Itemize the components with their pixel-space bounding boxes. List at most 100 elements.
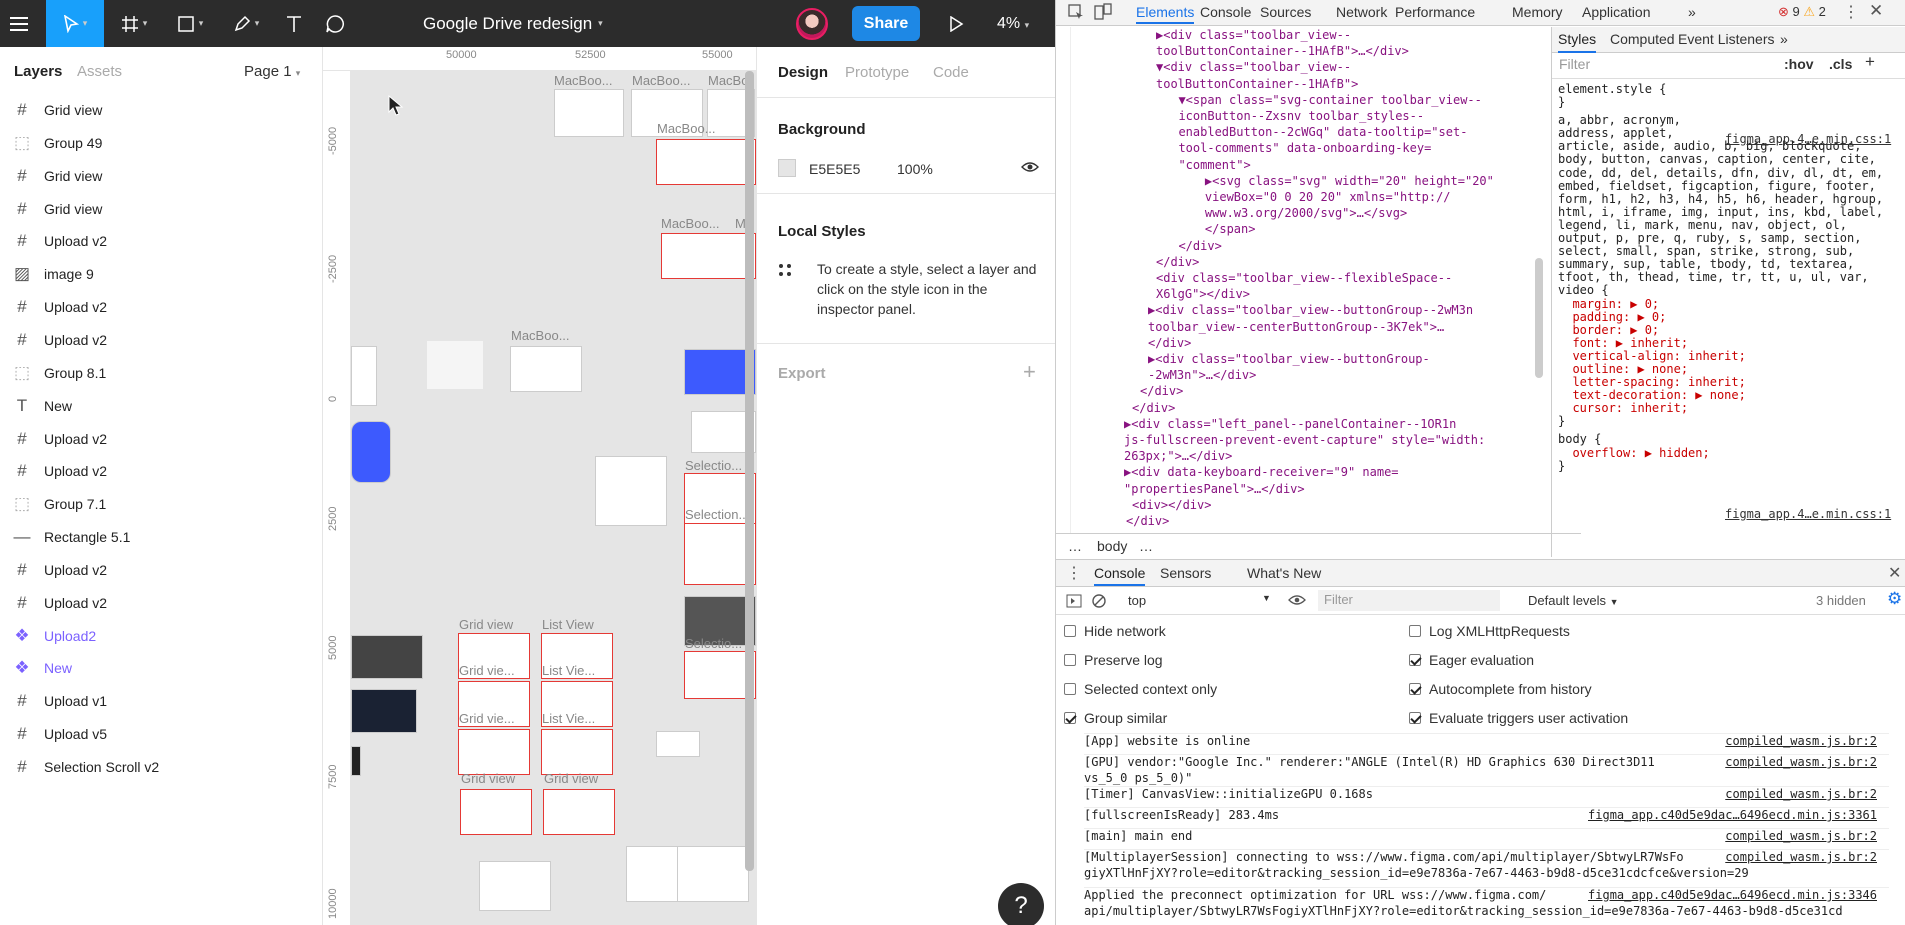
new-rule-icon[interactable]: + [1865, 53, 1875, 70]
frame-thumbnail[interactable] [351, 689, 417, 733]
css-rule-line[interactable]: embed, fieldset, figcaption, figure, foo… [1558, 179, 1898, 193]
source-link[interactable]: compiled_wasm.js.br:2 [1725, 829, 1877, 845]
device-toolbar-icon[interactable] [1094, 3, 1112, 21]
css-rule-line[interactable]: } [1558, 95, 1898, 109]
console-setting-checkbox[interactable]: Evaluate triggers user activation [1409, 710, 1628, 726]
css-rule-line[interactable]: letter-spacing: inherit; [1558, 375, 1898, 389]
console-message[interactable]: [fullscreenIsReady] 283.4ms figma_app.c40… [1084, 807, 1889, 824]
share-button[interactable]: Share [852, 6, 920, 41]
frame-label[interactable]: MacBoo... [661, 216, 720, 231]
css-rule-line[interactable]: } [1558, 414, 1898, 428]
page-selector[interactable]: Page 1 ▾ [244, 63, 300, 80]
present-button[interactable] [938, 0, 974, 47]
checkbox-icon[interactable] [1064, 625, 1076, 637]
console-message[interactable]: [GPU] vendor:"Google Inc." renderer:"ANG… [1084, 754, 1889, 786]
style-source-link[interactable]: figma_app.4…e.min.css:1 [1725, 507, 1891, 523]
console-setting-checkbox[interactable]: Selected context only [1064, 681, 1217, 697]
text-tool-button[interactable] [276, 0, 312, 47]
frame-label[interactable]: Selectio... [685, 458, 742, 473]
close-drawer-icon[interactable]: ✕ [1888, 563, 1901, 583]
frame-thumbnail[interactable] [656, 731, 700, 757]
css-rule-line[interactable]: legend, li, mark, menu, nav, object, ol, [1558, 218, 1898, 232]
frame-thumbnail[interactable] [595, 456, 667, 526]
css-rule-line[interactable]: margin: ▶ 0; [1558, 297, 1898, 311]
console-setting-checkbox[interactable]: Hide network [1064, 623, 1166, 639]
frame-tool-button[interactable]: ▾ [110, 0, 158, 47]
css-rule-line[interactable]: font: ▶ inherit; [1558, 336, 1898, 350]
dom-node-line[interactable]: toolButtonContainer--1HAfB">…</div> [1073, 43, 1588, 59]
add-export-button[interactable]: + [1023, 359, 1036, 385]
devtools-tab[interactable]: » [1688, 4, 1696, 20]
checkbox-icon[interactable] [1064, 683, 1076, 695]
dom-node-line[interactable]: </div> [1073, 383, 1588, 399]
css-rule-line[interactable]: video { [1558, 283, 1898, 297]
checkbox-icon[interactable] [1064, 654, 1076, 666]
css-rule-line[interactable]: vertical-align: inherit; [1558, 349, 1898, 363]
css-rule-line[interactable]: a, abbr, acronym, [1558, 113, 1898, 127]
frame-label[interactable]: Selection... [685, 507, 749, 522]
styles-tab[interactable]: » [1780, 31, 1788, 48]
dom-node-line[interactable]: www.w3.org/2000/svg">…</svg> [1073, 205, 1588, 221]
css-rule-line[interactable]: select, small, span, strike, strong, sub… [1558, 244, 1898, 258]
dom-node-line[interactable]: ▶<div class="left_panel--panelContainer-… [1073, 416, 1588, 432]
frame-thumbnail[interactable] [541, 729, 613, 775]
console-message[interactable]: Applied the preconnect optimization for … [1084, 887, 1889, 919]
source-link[interactable]: compiled_wasm.js.br:2 [1725, 755, 1877, 771]
css-rule-line[interactable]: overflow: ▶ hidden; [1558, 446, 1898, 460]
css-rule-line[interactable]: body { [1558, 432, 1898, 446]
frame-label[interactable]: Selectio... [685, 636, 742, 651]
console-message[interactable]: [MultiplayerSession] connecting to wss:/… [1084, 849, 1889, 881]
tab-console[interactable]: Console [1094, 565, 1146, 586]
eye-icon[interactable] [1021, 161, 1039, 173]
css-rule-line[interactable]: output, p, pre, q, ruby, s, samp, sectio… [1558, 231, 1898, 245]
frame-label[interactable]: Grid vie... [459, 711, 515, 726]
design-canvas[interactable]: MacBoo... MacBoo... MacBo MacBoo... MacB… [351, 71, 756, 925]
console-setting-checkbox[interactable]: Preserve log [1064, 652, 1163, 668]
console-setting-checkbox[interactable]: Eager evaluation [1409, 652, 1534, 668]
background-hex-input[interactable]: E5E5E5 [809, 161, 860, 177]
frame-label[interactable]: Grid view [461, 771, 515, 786]
layer-row[interactable]: # Selection Scroll v2 [0, 747, 322, 787]
inspect-element-icon[interactable] [1068, 4, 1084, 20]
eye-icon[interactable] [1288, 594, 1306, 606]
zoom-menu[interactable]: 4% ▾ [997, 0, 1029, 47]
css-rule-line[interactable]: padding: ▶ 0; [1558, 310, 1898, 324]
dom-node-line[interactable]: -2wM3n">…</div> [1073, 367, 1588, 383]
more-menu-icon[interactable]: ⋮ [1843, 2, 1859, 22]
dom-node-line[interactable]: </div> [1073, 254, 1588, 270]
avatar[interactable] [796, 8, 828, 40]
frame-thumbnail[interactable] [458, 729, 530, 775]
frame-label[interactable]: Grid vie... [459, 663, 515, 678]
css-rule-line[interactable]: text-decoration: ▶ none; [1558, 388, 1898, 402]
console-message[interactable]: [main] main end compiled_wasm.js.br:2 [1084, 828, 1889, 845]
console-message[interactable]: [App] website is online compiled_wasm.js.… [1084, 733, 1889, 750]
frame-thumbnail[interactable] [351, 421, 391, 483]
help-button[interactable]: ? [998, 883, 1044, 925]
css-rule-line[interactable]: } [1558, 459, 1898, 473]
frame-thumbnail[interactable] [479, 861, 551, 911]
dom-node-line[interactable]: </span> [1073, 221, 1588, 237]
styles-tab[interactable]: Styles [1558, 31, 1597, 53]
console-setting-checkbox[interactable]: Group similar [1064, 710, 1167, 726]
styles-filter-input[interactable]: Filter [1559, 56, 1590, 73]
frame-label[interactable]: Grid view [459, 617, 513, 632]
dom-node-line[interactable]: </div> [1073, 400, 1588, 416]
context-selector[interactable]: top ▼ [1128, 593, 1271, 608]
frame-thumbnail[interactable] [656, 139, 756, 185]
breadcrumb-item[interactable]: … [1139, 538, 1153, 554]
class-toggle[interactable]: .cls [1829, 56, 1852, 73]
dom-node-line[interactable]: </div> [1073, 238, 1588, 254]
style-source-link[interactable]: figma_app.4…e.min.css:1 [1725, 132, 1891, 148]
dom-node-line[interactable]: <div></div> [1073, 497, 1588, 513]
checkbox-checked-icon[interactable] [1409, 712, 1421, 724]
css-rule-line[interactable]: element.style { [1558, 82, 1898, 96]
css-rule-line[interactable]: html, i, iframe, img, input, ins, kbd, l… [1558, 205, 1898, 219]
dom-node-line[interactable]: iconButton--Zxsnv toolbar_styles-- [1073, 108, 1588, 124]
frame-thumbnail[interactable] [510, 346, 582, 392]
background-swatch[interactable] [778, 159, 796, 177]
css-rule-line[interactable]: code, dd, del, details, dfn, div, dl, dt… [1558, 166, 1898, 180]
devtools-tab[interactable]: Elements [1136, 4, 1195, 24]
source-link[interactable]: figma_app.c40d5e9dac…6496ecd.min.js:3361 [1588, 808, 1877, 824]
frame-label[interactable]: List Vie... [542, 663, 595, 678]
elements-scrollbar[interactable] [1534, 28, 1544, 528]
